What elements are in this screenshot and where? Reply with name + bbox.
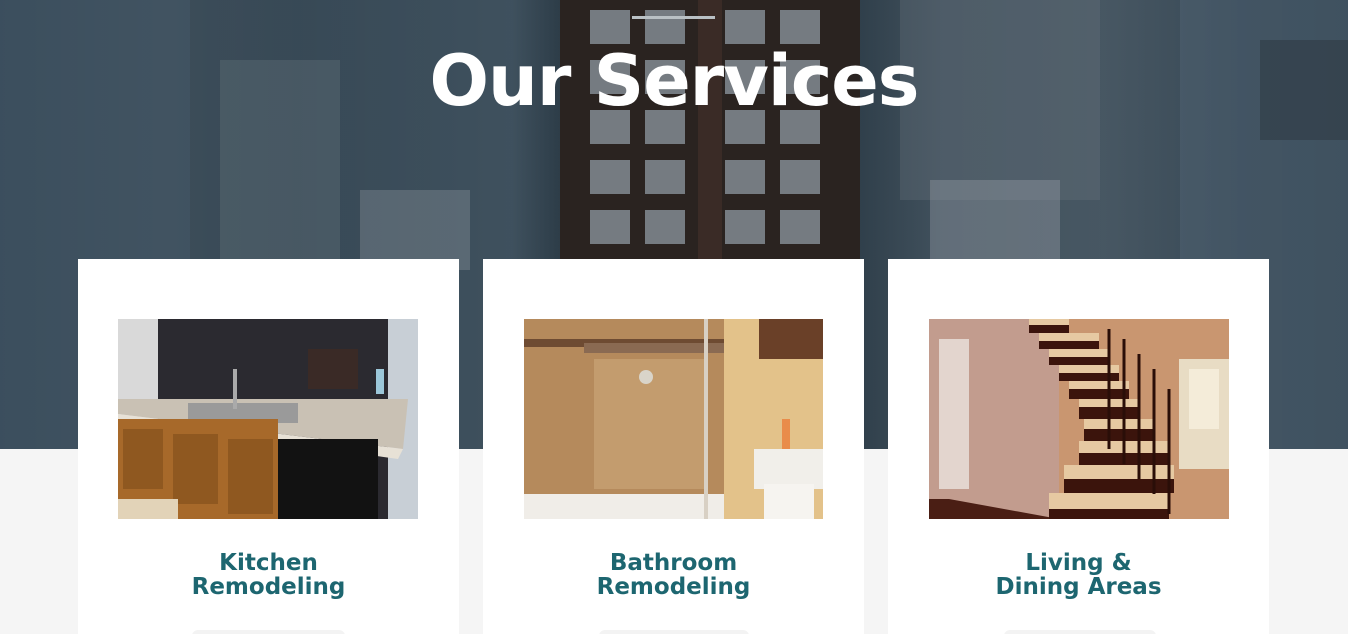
service-card-bathroom[interactable]: Bathroom Remodeling	[483, 259, 864, 634]
service-title[interactable]: Living & Dining Areas	[888, 551, 1269, 599]
service-card-kitchen[interactable]: Kitchen Remodeling	[78, 259, 459, 634]
staircase-photo	[929, 319, 1229, 519]
learn-more-button[interactable]	[192, 630, 345, 634]
learn-more-button[interactable]	[599, 630, 749, 634]
bathroom-photo	[524, 319, 824, 519]
learn-more-button[interactable]	[1004, 630, 1156, 634]
service-card-living-dining[interactable]: Living & Dining Areas	[888, 259, 1269, 634]
title-divider	[632, 16, 715, 19]
service-title[interactable]: Kitchen Remodeling	[78, 551, 459, 599]
section-title: Our Services	[429, 40, 920, 122]
kitchen-photo	[118, 319, 418, 519]
service-title[interactable]: Bathroom Remodeling	[483, 551, 864, 599]
services-section: Our Services Kitchen Remodeling Bathroom…	[0, 0, 1348, 634]
